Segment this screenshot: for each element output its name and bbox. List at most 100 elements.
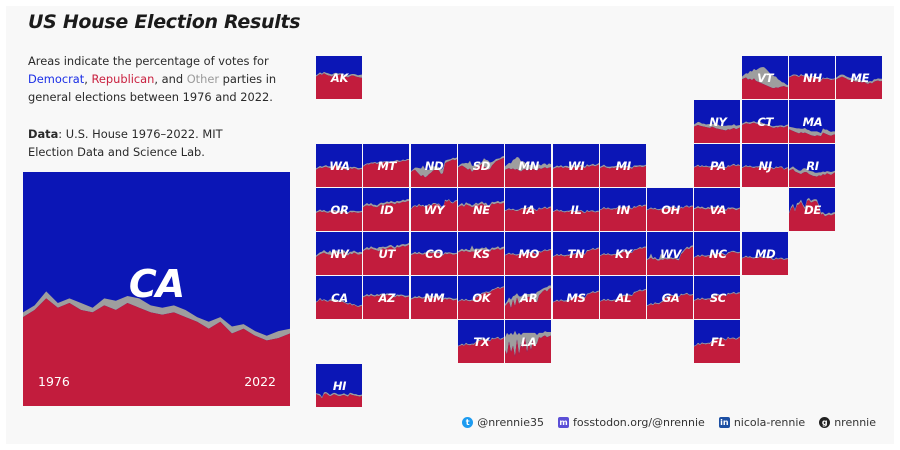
state-label-tn: TN <box>567 247 585 261</box>
github-icon: g <box>819 417 831 428</box>
x-end-label: 2022 <box>244 374 276 389</box>
state-label-id: ID <box>380 203 394 217</box>
legend-democrat: Democrat <box>28 72 85 86</box>
state-tile-nd: ND <box>410 144 458 188</box>
state-label-ak: AK <box>330 71 349 85</box>
state-tile-va: VA <box>694 188 741 232</box>
state-tile-ak: AK <box>316 56 363 100</box>
state-label-hi: HI <box>332 379 347 393</box>
chart-description: Areas indicate the percentage of votes f… <box>28 52 288 106</box>
state-label-wy: WY <box>423 203 445 217</box>
state-tile-tn: TN <box>552 232 600 276</box>
state-tile-sc: SC <box>694 276 741 320</box>
state-label-ky: KY <box>614 247 632 261</box>
state-tile-nj: NJ <box>741 144 789 188</box>
state-tile-id: ID <box>363 188 410 232</box>
state-label-ma: MA <box>802 115 823 129</box>
state-label-nd: ND <box>424 159 444 173</box>
state-label-or: OR <box>330 203 349 217</box>
state-tile-tx: TX <box>457 320 505 364</box>
state-tile-ar: AR <box>505 276 552 320</box>
state-tile-hi: HI <box>316 364 363 408</box>
footer-credits: t @nrennie35 m fosstodon.org/@nrennie in… <box>462 416 876 429</box>
state-tile-sd: SD <box>457 144 505 188</box>
source-label: Data <box>28 127 59 141</box>
state-tile-la: LA <box>505 320 552 364</box>
state-label-nc: NC <box>709 247 727 261</box>
state-label-ne: NE <box>472 203 490 217</box>
state-label-co: CO <box>425 247 443 261</box>
state-tile-me: ME <box>836 56 883 100</box>
state-tile-ga: GA <box>647 276 694 320</box>
state-tile-ky: KY <box>599 232 647 276</box>
mastodon-icon: m <box>557 417 569 428</box>
state-label-mo: MO <box>518 247 539 261</box>
mastodon-handle[interactable]: fosstodon.org/@nrennie <box>573 416 705 429</box>
state-tile-il: IL <box>552 188 600 232</box>
x-start-label: 1976 <box>38 374 70 389</box>
state-label-ga: GA <box>661 291 680 305</box>
state-tile-ne: NE <box>457 188 505 232</box>
state-tile-in: IN <box>599 188 647 232</box>
state-tile-wi: WI <box>552 144 600 188</box>
state-label-va: VA <box>709 203 727 217</box>
state-label-de: DE <box>804 203 821 217</box>
legend-other: Other <box>186 72 220 86</box>
state-label-wv: WV <box>660 247 682 261</box>
state-label-nm: NM <box>423 291 445 305</box>
state-label-oh: OH <box>661 203 680 217</box>
data-source: Data: U.S. House 1976–2022. MIT Election… <box>28 125 268 161</box>
state-label-sd: SD <box>472 159 491 173</box>
state-tile-ok: OK <box>457 276 505 320</box>
ca-legend-chart: CA 1976 2022 <box>23 172 290 406</box>
state-label-ny: NY <box>709 115 727 129</box>
state-label-fl: FL <box>710 335 726 349</box>
state-label-me: ME <box>850 71 870 85</box>
state-tile-wv: WV <box>647 232 694 276</box>
state-tile-oh: OH <box>647 188 694 232</box>
state-label-ok: OK <box>472 291 491 305</box>
state-label-wa: WA <box>329 159 350 173</box>
legend-republican: Republican <box>91 72 155 86</box>
state-tile-wy: WY <box>410 188 458 232</box>
linkedin-handle[interactable]: nicola-rennie <box>734 416 805 429</box>
state-label-md: MD <box>754 247 776 261</box>
state-label-az: AZ <box>378 291 396 305</box>
state-label-vt: VT <box>757 71 774 85</box>
state-label-nh: NH <box>803 71 822 85</box>
state-tile-wa: WA <box>316 144 363 188</box>
state-label-nv: NV <box>330 247 349 261</box>
state-label-al: AL <box>615 291 632 305</box>
state-label-ca: CA <box>331 291 348 305</box>
state-label-ks: KS <box>473 247 490 261</box>
state-label-in: IN <box>616 203 631 217</box>
github-handle[interactable]: nrennie <box>834 416 876 429</box>
state-label-sc: SC <box>709 291 726 305</box>
state-label-mt: MT <box>377 159 397 173</box>
state-tile-pa: PA <box>694 144 741 188</box>
state-label-ri: RI <box>806 159 819 173</box>
state-tile-al: AL <box>599 276 647 320</box>
state-tile-mi: MI <box>599 144 647 188</box>
state-tile-fl: FL <box>694 320 741 364</box>
chart-title: US House Election Results <box>28 11 301 33</box>
state-tile-ca: CA <box>316 276 363 320</box>
state-tile-az: AZ <box>363 276 410 320</box>
state-tile-ct: CT <box>741 100 789 144</box>
twitter-handle[interactable]: @nrennie35 <box>477 416 544 429</box>
source-text: : U.S. House 1976–2022. MIT Election Dat… <box>28 127 223 159</box>
state-label-ct: CT <box>757 115 774 129</box>
state-tile-nh: NH <box>789 56 836 100</box>
state-label-mn: MN <box>518 159 539 173</box>
state-tile-ks: KS <box>457 232 505 276</box>
state-tile-mn: MN <box>505 144 552 188</box>
state-tile-ms: MS <box>552 276 600 320</box>
desc-sep2: , and <box>154 72 187 86</box>
state-label-il: IL <box>570 203 582 217</box>
state-label-ar: AR <box>520 291 538 305</box>
state-tile-ma: MA <box>789 100 836 144</box>
state-tile-nv: NV <box>316 232 363 276</box>
state-tile-ny: NY <box>694 100 741 144</box>
state-label-wi: WI <box>567 159 585 173</box>
state-tile-co: CO <box>410 232 458 276</box>
